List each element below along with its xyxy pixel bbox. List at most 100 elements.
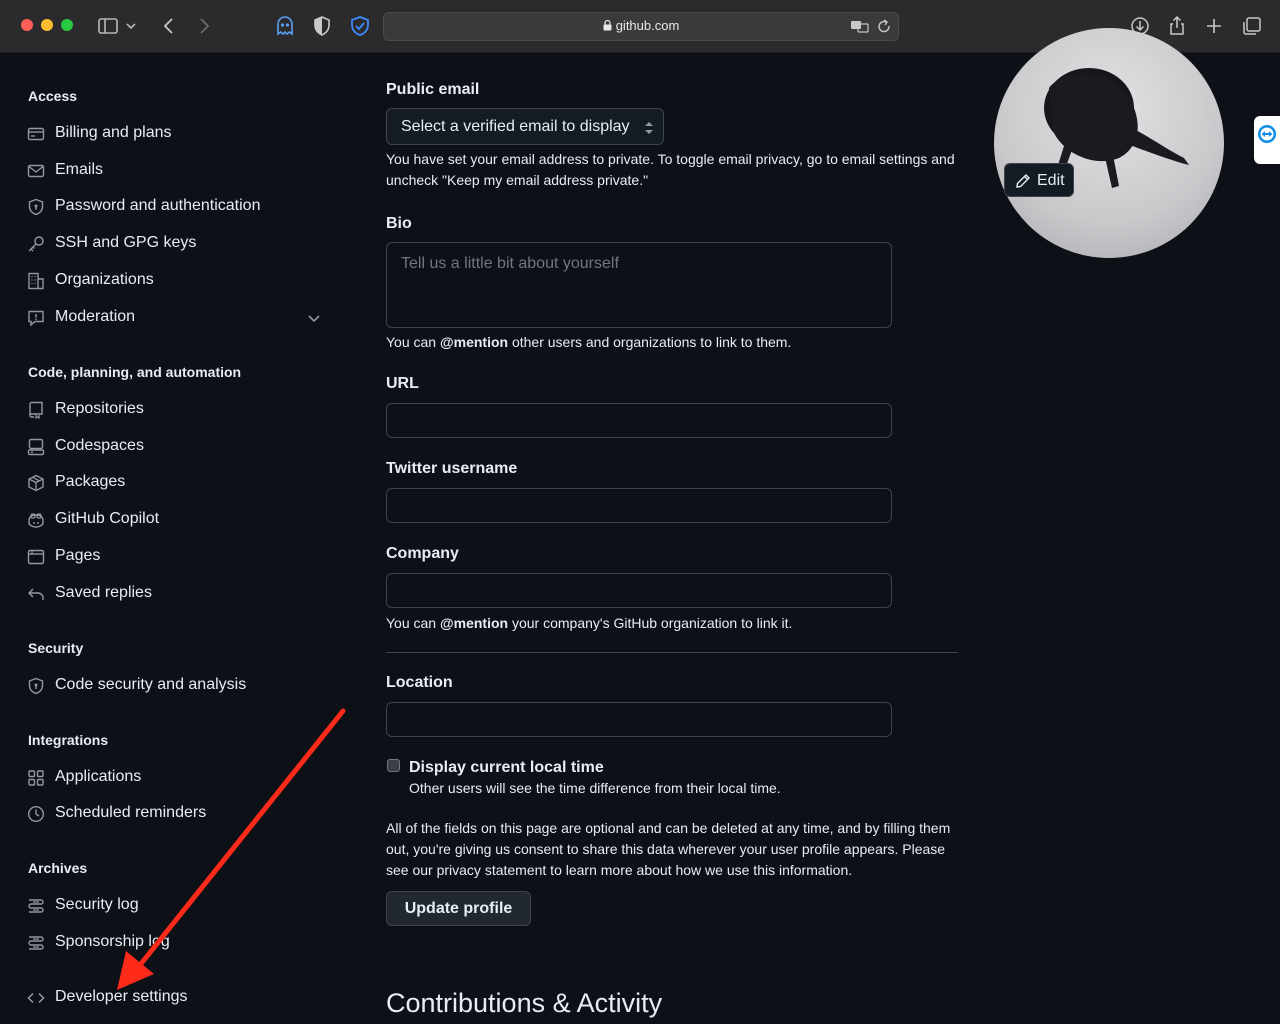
sidebar-item-label: Security log xyxy=(55,896,139,913)
report-icon xyxy=(27,309,45,327)
reply-icon xyxy=(27,585,45,603)
codespaces-icon xyxy=(27,438,45,456)
sidebar-item-pages[interactable]: Pages xyxy=(16,539,332,573)
section-title-access: Access xyxy=(28,88,78,104)
section-divider xyxy=(386,652,958,653)
sidebar-item-label: GitHub Copilot xyxy=(55,510,160,527)
browser-icon xyxy=(27,548,45,566)
address-bar[interactable]: github.com xyxy=(383,12,899,41)
public-email-label: Public email xyxy=(386,81,480,98)
avatar-edit-button[interactable]: Edit xyxy=(1004,163,1074,197)
sidebar-item-scheduled-reminders[interactable]: Scheduled reminders xyxy=(16,796,332,830)
reload-icon xyxy=(878,19,890,33)
sidebar-item-copilot[interactable]: GitHub Copilot xyxy=(16,502,332,536)
tabs-overview-icon[interactable] xyxy=(1240,14,1264,38)
sidebar-icon[interactable] xyxy=(96,14,120,38)
settings-sidebar: Access Billing and plans Emails Password… xyxy=(0,52,345,1024)
sidebar-item-label: Developer settings xyxy=(55,988,188,1005)
teamviewer-extension-tab[interactable] xyxy=(1254,116,1280,164)
window-minimize-button[interactable] xyxy=(41,19,53,31)
sidebar-item-label: Code security and analysis xyxy=(55,676,247,693)
sidebar-item-applications[interactable]: Applications xyxy=(16,760,332,794)
organization-icon xyxy=(27,272,45,290)
key-icon xyxy=(27,235,45,253)
sidebar-item-codespaces[interactable]: Codespaces xyxy=(16,429,332,463)
twitter-label: Twitter username xyxy=(386,460,518,477)
section-title-code: Code, planning, and automation xyxy=(28,364,242,380)
bio-label: Bio xyxy=(386,215,412,232)
sidebar-item-label: Saved replies xyxy=(55,584,152,601)
sidebar-item-label: Billing and plans xyxy=(55,124,172,141)
sidebar-item-emails[interactable]: Emails xyxy=(16,153,332,187)
avatar xyxy=(994,28,1224,258)
sidebar-item-label: SSH and GPG keys xyxy=(55,234,197,251)
consent-text: All of the fields on this page are optio… xyxy=(386,820,951,878)
bio-textarea[interactable] xyxy=(386,242,892,328)
adguard-icon[interactable] xyxy=(348,14,372,38)
ghost-extension-icon[interactable] xyxy=(273,14,297,38)
translate-icon xyxy=(851,21,869,33)
bio-note: You can @mention other users and organiz… xyxy=(386,334,792,350)
chevron-down-icon[interactable] xyxy=(124,14,138,38)
sidebar-item-security-log[interactable]: Security log xyxy=(16,888,332,922)
section-title-archives: Archives xyxy=(28,860,88,876)
sidebar-item-password[interactable]: Password and authentication xyxy=(16,189,332,223)
sidebar-item-moderation[interactable]: Moderation xyxy=(16,300,332,334)
share-icon[interactable] xyxy=(1165,14,1189,38)
local-time-checkbox[interactable] xyxy=(387,759,400,772)
sidebar-item-packages[interactable]: Packages xyxy=(16,465,332,499)
section-title-security: Security xyxy=(28,640,84,656)
public-email-select[interactable]: Select a verified email to display xyxy=(386,108,664,145)
sidebar-item-label: Packages xyxy=(55,473,126,490)
twitter-input[interactable] xyxy=(386,488,892,523)
credit-card-icon xyxy=(27,125,45,143)
code-icon xyxy=(27,989,45,1007)
sidebar-item-label: Sponsorship log xyxy=(55,933,170,950)
shield-lock-icon xyxy=(27,198,45,216)
sidebar-item-label: Repositories xyxy=(55,400,144,417)
local-time-note: Other users will see the time difference… xyxy=(409,780,781,796)
shield-icon xyxy=(27,677,45,695)
company-input[interactable] xyxy=(386,573,892,608)
chevron-down-icon[interactable] xyxy=(306,310,322,326)
update-profile-button[interactable]: Update profile xyxy=(386,891,531,926)
clock-icon xyxy=(27,805,45,823)
window-close-button[interactable] xyxy=(21,19,33,31)
select-arrows-icon xyxy=(643,120,655,136)
sidebar-item-repositories[interactable]: Repositories xyxy=(16,392,332,426)
profile-form: Public email Select a verified email to … xyxy=(386,52,986,1024)
pencil-icon xyxy=(1015,173,1031,189)
window-zoom-button[interactable] xyxy=(61,19,73,31)
sidebar-item-billing[interactable]: Billing and plans xyxy=(16,116,332,150)
sidebar-item-organizations[interactable]: Organizations xyxy=(16,263,332,297)
sidebar-item-saved-replies[interactable]: Saved replies xyxy=(16,576,332,610)
copilot-icon xyxy=(27,511,45,529)
sidebar-item-label: Codespaces xyxy=(55,437,144,454)
section-title-integrations: Integrations xyxy=(28,732,109,748)
teamviewer-icon xyxy=(1258,125,1276,143)
url-text: github.com xyxy=(615,18,680,33)
new-tab-icon[interactable] xyxy=(1202,14,1226,38)
location-label: Location xyxy=(386,674,453,691)
sidebar-item-ssh-gpg[interactable]: SSH and GPG keys xyxy=(16,226,332,260)
local-time-label[interactable]: Display current local time xyxy=(409,759,604,777)
forward-icon[interactable] xyxy=(192,14,216,38)
public-email-selected: Select a verified email to display xyxy=(401,118,630,135)
url-label: URL xyxy=(386,375,419,392)
log-icon xyxy=(27,934,45,952)
sidebar-item-developer-settings[interactable]: Developer settings xyxy=(16,980,332,1014)
back-icon[interactable] xyxy=(157,14,181,38)
repo-icon xyxy=(27,401,45,419)
sidebar-item-code-security[interactable]: Code security and analysis xyxy=(16,668,332,702)
apps-icon xyxy=(27,769,45,787)
sidebar-item-label: Applications xyxy=(55,768,142,785)
privacy-shield-icon[interactable] xyxy=(310,14,334,38)
location-input[interactable] xyxy=(386,702,892,737)
sidebar-item-label: Organizations xyxy=(55,271,154,288)
lock-icon xyxy=(603,19,612,34)
edit-label: Edit xyxy=(1037,172,1065,189)
public-email-note: You have set your email address to priva… xyxy=(386,151,955,188)
url-input[interactable] xyxy=(386,403,892,438)
sidebar-item-label: Password and authentication xyxy=(55,197,261,214)
sidebar-item-sponsorship-log[interactable]: Sponsorship log xyxy=(16,925,332,959)
